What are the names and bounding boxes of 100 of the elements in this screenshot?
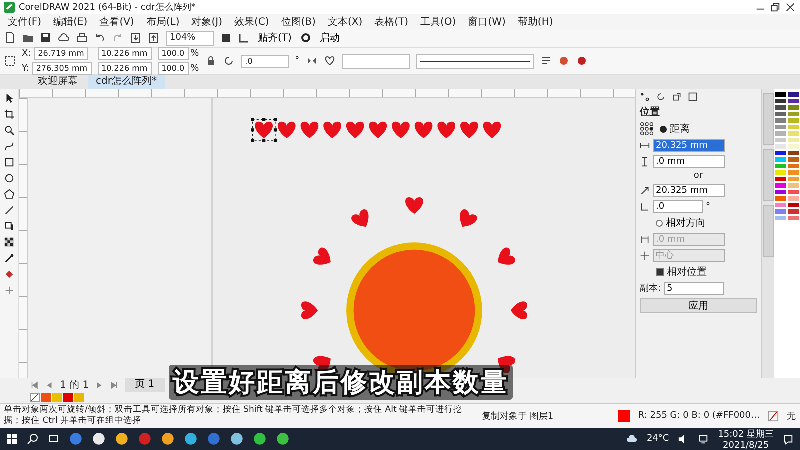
- copies-field[interactable]: 5: [664, 282, 724, 295]
- color-swatch[interactable]: [774, 143, 787, 150]
- menu-item[interactable]: 窗口(W): [468, 14, 506, 28]
- color-swatch[interactable]: [774, 182, 787, 188]
- export-icon[interactable]: [148, 32, 160, 44]
- rotate-icon[interactable]: [223, 55, 236, 67]
- app-icon[interactable]: [230, 432, 244, 446]
- ruler-icon[interactable]: [238, 32, 250, 44]
- shadow-icon[interactable]: [4, 221, 14, 232]
- rectangle-icon[interactable]: [4, 157, 14, 168]
- menu-item[interactable]: 位图(B): [281, 14, 316, 28]
- menu-item[interactable]: 工具(O): [420, 14, 456, 28]
- menu-item[interactable]: 文本(X): [328, 14, 363, 28]
- full-screen-icon[interactable]: [220, 32, 232, 44]
- cloud-icon[interactable]: [58, 32, 70, 44]
- undo-icon[interactable]: [94, 32, 106, 44]
- color-swatch[interactable]: [787, 156, 800, 162]
- print-icon[interactable]: [76, 32, 88, 44]
- zoom-icon[interactable]: [4, 125, 14, 136]
- color-swatch[interactable]: [774, 117, 787, 124]
- color-swatch[interactable]: [774, 156, 787, 162]
- anchor-grid-icon[interactable]: [640, 122, 654, 136]
- color-swatch[interactable]: [787, 91, 800, 98]
- menu-item[interactable]: 表格(T): [374, 14, 409, 28]
- menu-item[interactable]: 编辑(E): [54, 14, 88, 28]
- color-swatch[interactable]: [787, 104, 800, 110]
- color-swatch[interactable]: [774, 91, 787, 98]
- color-swatch[interactable]: [787, 208, 800, 214]
- layer-back-icon[interactable]: [576, 55, 588, 67]
- color-swatch[interactable]: [63, 393, 73, 402]
- network-icon[interactable]: [698, 434, 710, 444]
- app-icon[interactable]: [115, 432, 129, 446]
- color-swatch[interactable]: [787, 130, 800, 136]
- menu-item[interactable]: 布局(L): [146, 14, 180, 28]
- line-style-dropdown[interactable]: [416, 54, 534, 68]
- color-swatch[interactable]: [787, 143, 800, 150]
- width-field[interactable]: 10.226 mm: [98, 47, 152, 60]
- position-icon[interactable]: [640, 92, 650, 102]
- app-icon[interactable]: [253, 432, 267, 446]
- layer-front-icon[interactable]: [558, 55, 570, 67]
- height-field[interactable]: 10.226 mm: [98, 62, 152, 75]
- zoom-dropdown[interactable]: 104%: [166, 30, 214, 46]
- heart-outline-icon[interactable]: [324, 55, 336, 67]
- color-swatch[interactable]: [774, 169, 787, 176]
- menu-item[interactable]: 帮助(H): [518, 14, 554, 28]
- input-field[interactable]: .0: [653, 200, 703, 213]
- color-swatch[interactable]: [787, 117, 800, 124]
- last-page-icon[interactable]: [110, 380, 120, 390]
- rotation-field[interactable]: .0: [241, 54, 290, 68]
- folder-icon[interactable]: [22, 32, 34, 44]
- scale-field[interactable]: 100.0: [158, 47, 189, 60]
- new-document-icon[interactable]: [4, 32, 16, 44]
- import-icon[interactable]: [130, 32, 142, 44]
- no-color-swatch[interactable]: [30, 393, 40, 402]
- color-swatch[interactable]: [787, 195, 800, 202]
- color-swatch[interactable]: [52, 393, 62, 402]
- x-field[interactable]: 26.719 mm: [34, 47, 88, 60]
- checkbox[interactable]: [656, 268, 664, 276]
- transparency-icon[interactable]: [4, 237, 14, 248]
- notification-icon[interactable]: [783, 434, 794, 444]
- previous-page-icon[interactable]: [45, 380, 54, 390]
- scale-field[interactable]: 100.0: [158, 62, 189, 75]
- settings-icon[interactable]: [300, 32, 312, 44]
- curve-icon[interactable]: [4, 141, 14, 152]
- color-swatch[interactable]: [74, 393, 84, 402]
- app-icon[interactable]: [92, 432, 106, 446]
- document-tab[interactable]: cdr怎么阵列*: [88, 75, 165, 89]
- restore-icon[interactable]: [770, 2, 781, 12]
- task-view-icon[interactable]: [48, 433, 60, 445]
- snap-button[interactable]: 贴齐(T): [256, 31, 294, 45]
- app-icon[interactable]: [184, 432, 198, 446]
- fill-icon[interactable]: [4, 269, 14, 280]
- radio-button[interactable]: 距离: [660, 122, 690, 136]
- mirror-icon[interactable]: [306, 55, 318, 67]
- menu-item[interactable]: 对象(J): [192, 14, 222, 28]
- windows-logo-icon[interactable]: [6, 433, 18, 445]
- wrap-text-icon[interactable]: [540, 55, 552, 67]
- polygon-icon[interactable]: [4, 189, 14, 200]
- menu-item[interactable]: 效果(C): [234, 14, 270, 28]
- menu-item[interactable]: 文件(F): [8, 14, 42, 28]
- page-tab[interactable]: 页 1: [125, 378, 165, 392]
- color-swatch[interactable]: [774, 195, 787, 202]
- color-swatch[interactable]: [774, 208, 787, 214]
- input-field[interactable]: .0 mm: [653, 155, 725, 168]
- save-icon[interactable]: [40, 32, 52, 44]
- add-icon[interactable]: [4, 285, 14, 296]
- color-swatch[interactable]: [41, 393, 51, 402]
- next-page-icon[interactable]: [95, 380, 104, 390]
- close-icon[interactable]: [785, 2, 796, 12]
- y-field[interactable]: 276.305 mm: [32, 62, 92, 75]
- color-swatch[interactable]: [787, 182, 800, 188]
- scale-icon[interactable]: [672, 92, 682, 102]
- rotate-icon[interactable]: [656, 92, 666, 102]
- search-icon[interactable]: [27, 433, 39, 445]
- color-swatch[interactable]: [774, 104, 787, 110]
- object-origin-icon[interactable]: [4, 55, 16, 67]
- apply-button[interactable]: 应用: [640, 298, 757, 313]
- input-field[interactable]: 20.325 mm: [653, 139, 725, 152]
- crop-icon[interactable]: [4, 109, 14, 120]
- input-field[interactable]: 20.325 mm: [653, 184, 725, 197]
